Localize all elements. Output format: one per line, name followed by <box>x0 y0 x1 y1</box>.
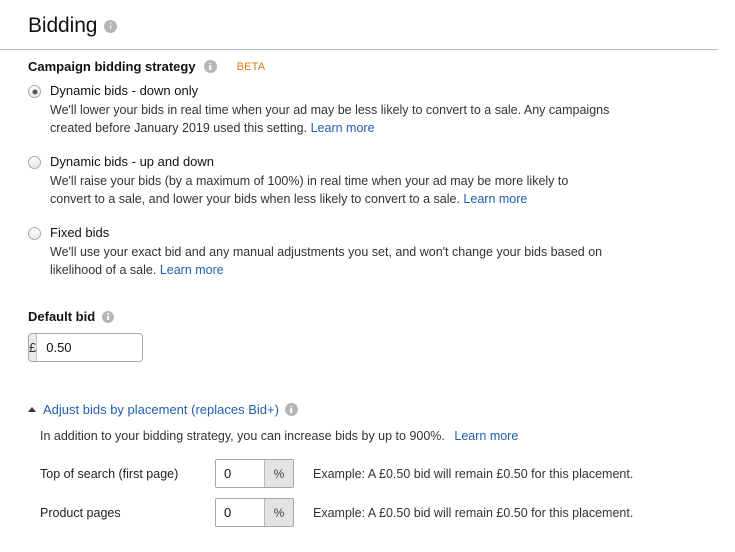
placement-input-product-pages[interactable] <box>216 499 264 526</box>
campaign-bidding-strategy-label: Campaign bidding strategy <box>28 59 196 74</box>
default-bid-section: Default bid £ <box>28 309 735 362</box>
info-icon[interactable] <box>284 403 298 416</box>
radio-button-fixed-bids[interactable] <box>28 227 41 240</box>
placement-rows: Top of search (first page) % Example: A … <box>40 454 735 532</box>
radio-option-dynamic-bids-up-and-down[interactable]: Dynamic bids - up and down We'll raise y… <box>28 153 735 208</box>
campaign-bidding-strategy-header: Campaign bidding strategy BETA <box>28 59 735 74</box>
adjust-bids-note: In addition to your bidding strategy, yo… <box>40 429 735 443</box>
radio-label-fixed-bids: Fixed bids <box>50 225 110 240</box>
learn-more-link-fixed-bids[interactable]: Learn more <box>160 263 224 277</box>
placement-input-group-product-pages[interactable]: % <box>215 498 294 527</box>
placement-row-top-of-search: Top of search (first page) % Example: A … <box>40 454 735 493</box>
placement-row-product-pages: Product pages % Example: A £0.50 bid wil… <box>40 493 735 532</box>
placement-input-group-top-of-search[interactable]: % <box>215 459 294 488</box>
beta-badge: BETA <box>236 60 266 73</box>
learn-more-link-down-only[interactable]: Learn more <box>311 121 375 135</box>
radio-description: We'll raise your bids (by a maximum of 1… <box>50 172 610 208</box>
header-divider <box>0 49 718 50</box>
default-bid-header: Default bid <box>28 309 735 324</box>
bidding-form: Campaign bidding strategy BETA Dynamic b… <box>0 59 735 532</box>
adjust-bids-toggle-label[interactable]: Adjust bids by placement (replaces Bid+) <box>43 402 279 417</box>
info-icon[interactable] <box>104 19 118 33</box>
learn-more-link-up-and-down[interactable]: Learn more <box>463 192 527 206</box>
info-icon[interactable] <box>102 310 115 323</box>
learn-more-link-adjust-bids[interactable]: Learn more <box>454 429 518 443</box>
page-header: Bidding <box>0 0 735 38</box>
radio-label-dynamic-bids-down-only: Dynamic bids - down only <box>50 83 199 98</box>
bidding-strategy-radio-group: Dynamic bids - down only We'll lower you… <box>28 82 735 279</box>
currency-symbol: £ <box>29 334 38 361</box>
radio-button-dynamic-bids-down-only[interactable] <box>28 85 41 98</box>
placement-label-top-of-search: Top of search (first page) <box>40 466 179 481</box>
radio-button-dynamic-bids-up-and-down[interactable] <box>28 156 41 169</box>
radio-description-text: We'll use your exact bid and any manual … <box>50 245 603 277</box>
default-bid-label: Default bid <box>28 309 96 324</box>
radio-description: We'll lower your bids in real time when … <box>50 101 610 137</box>
radio-option-fixed-bids[interactable]: Fixed bids We'll use your exact bid and … <box>28 224 735 279</box>
adjust-bids-note-text: In addition to your bidding strategy, yo… <box>40 429 445 443</box>
placement-input-top-of-search[interactable] <box>216 460 264 487</box>
page-title-row: Bidding <box>28 14 735 38</box>
percent-suffix: % <box>264 460 293 487</box>
radio-head[interactable]: Dynamic bids - down only <box>28 82 735 99</box>
percent-suffix: % <box>264 499 293 526</box>
page-title: Bidding <box>28 14 98 37</box>
adjust-bids-by-placement-section: Adjust bids by placement (replaces Bid+)… <box>28 402 735 532</box>
radio-label-dynamic-bids-up-and-down: Dynamic bids - up and down <box>50 154 215 169</box>
chevron-up-icon[interactable] <box>28 407 36 412</box>
radio-option-dynamic-bids-down-only[interactable]: Dynamic bids - down only We'll lower you… <box>28 82 735 137</box>
default-bid-input-group[interactable]: £ <box>28 333 143 362</box>
radio-description: We'll use your exact bid and any manual … <box>50 243 610 279</box>
info-icon[interactable] <box>203 60 217 73</box>
default-bid-input[interactable] <box>37 334 142 361</box>
placement-example-product-pages: Example: A £0.50 bid will remain £0.50 f… <box>313 505 634 520</box>
placement-example-top-of-search: Example: A £0.50 bid will remain £0.50 f… <box>313 466 634 481</box>
placement-label-product-pages: Product pages <box>40 505 121 520</box>
radio-head[interactable]: Fixed bids <box>28 224 735 241</box>
radio-head[interactable]: Dynamic bids - up and down <box>28 153 735 170</box>
adjust-bids-toggle[interactable]: Adjust bids by placement (replaces Bid+) <box>28 402 735 417</box>
